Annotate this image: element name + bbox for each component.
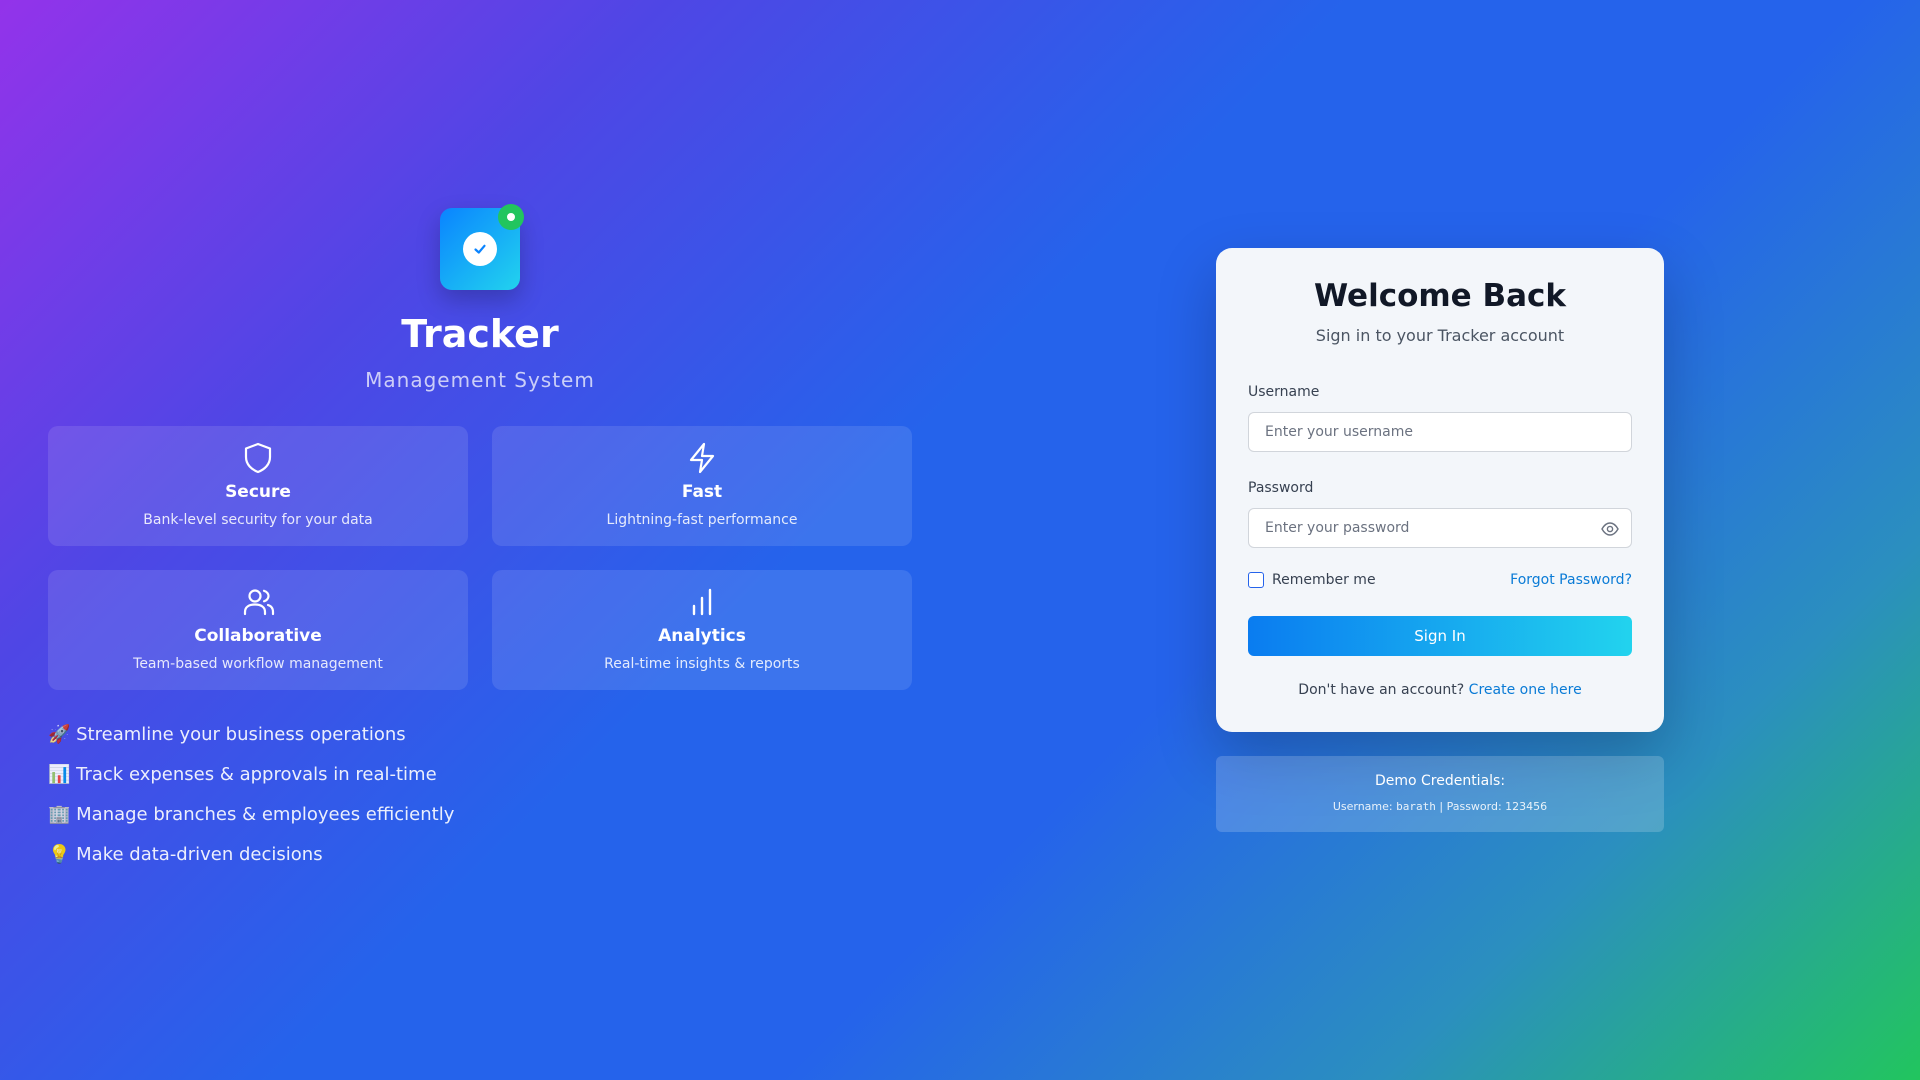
feature-card-analytics: Analytics Real-time insights & reports — [492, 570, 912, 690]
demo-password: 123456 — [1505, 800, 1548, 813]
feature-card-collaborative: Collaborative Team-based workflow manage… — [48, 570, 468, 690]
lightning-icon — [689, 442, 715, 474]
feature-desc: Team-based workflow management — [133, 656, 383, 672]
feature-title: Secure — [225, 482, 291, 502]
feature-desc: Real-time insights & reports — [604, 656, 800, 672]
feature-desc: Bank-level security for your data — [143, 512, 373, 528]
login-subtitle: Sign in to your Tracker account — [1315, 326, 1565, 345]
demo-title: Demo Credentials: — [1374, 773, 1506, 789]
demo-separator: | — [1439, 800, 1444, 813]
feature-title: Collaborative — [194, 626, 322, 646]
create-account-link[interactable]: Create one here — [1469, 682, 1582, 698]
users-icon — [243, 589, 275, 616]
list-item: 💡 Make data-driven decisions — [48, 844, 323, 865]
remember-label: Remember me — [1272, 572, 1376, 588]
feature-desc: Lightning-fast performance — [606, 512, 798, 528]
demo-username: barath — [1396, 800, 1436, 813]
list-item: 🏢 Manage branches & employees efficientl… — [48, 804, 455, 825]
feature-title: Analytics — [658, 626, 746, 646]
remember-me[interactable]: Remember me — [1248, 572, 1376, 588]
feature-card-fast: Fast Lightning-fast performance — [492, 426, 912, 546]
login-title: Welcome Back — [1313, 278, 1567, 314]
remember-checkbox[interactable] — [1248, 572, 1264, 588]
feature-title: Fast — [681, 482, 723, 502]
list-item: 🚀 Streamline your business operations — [48, 724, 406, 745]
eye-icon[interactable] — [1600, 519, 1620, 539]
check-circle-icon — [463, 232, 497, 266]
app-subtitle: Management System — [365, 368, 595, 392]
password-input[interactable] — [1248, 508, 1632, 548]
app-logo — [440, 204, 524, 290]
demo-username-prefix: Username: — [1332, 800, 1393, 813]
sign-in-button[interactable]: Sign In — [1248, 616, 1632, 656]
benefits-list: 🚀 Streamline your business operations 📊 … — [48, 722, 454, 882]
demo-password-prefix: Password: — [1446, 800, 1502, 813]
list-item: 📊 Track expenses & approvals in real-tim… — [48, 764, 437, 785]
bar-chart-icon — [692, 588, 712, 616]
login-card: Welcome Back Sign in to your Tracker acc… — [1216, 248, 1664, 732]
app-title: Tracker — [401, 312, 559, 356]
password-label: Password — [1248, 480, 1314, 496]
forgot-password-link[interactable]: Forgot Password? — [1510, 572, 1632, 588]
signup-prompt: Don't have an account? Create one here — [1216, 682, 1664, 698]
shield-icon — [244, 442, 272, 474]
demo-credentials-line: Username: barath | Password: 123456 — [1216, 800, 1664, 813]
status-dot-icon — [498, 204, 524, 230]
username-label: Username — [1248, 384, 1320, 400]
demo-credentials-box: Demo Credentials: Username: barath | Pas… — [1216, 756, 1664, 832]
feature-card-secure: Secure Bank-level security for your data — [48, 426, 468, 546]
username-input[interactable] — [1248, 412, 1632, 452]
signup-text: Don't have an account? — [1298, 682, 1465, 698]
